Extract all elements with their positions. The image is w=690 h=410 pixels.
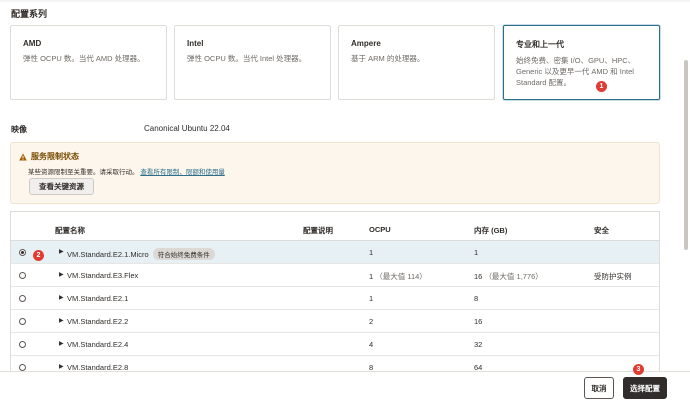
alert-body: 某些资源限制至关重要。请采取行动。 查看所有限制、限额和使用量 <box>28 166 651 176</box>
shape-series-cards: AMD 弹性 OCPU 数。当代 AMD 处理器。 Intel 弹性 OCPU … <box>10 25 660 100</box>
table-row[interactable]: ▶ VM.Standard.E2.8 8 64 <box>11 356 659 371</box>
row-radio[interactable] <box>19 295 26 302</box>
chevron-right-icon[interactable]: ▶ <box>59 340 64 347</box>
security-cell: 受防护实例 <box>594 272 632 281</box>
card-desc-line: Generic 以及更早一代 AMD 和 Intel <box>516 67 634 76</box>
shape-table: 配置名称 配置说明 OCPU 内存 (GB) 安全 2 ▶ VM.Standar… <box>10 211 660 371</box>
shape-name: VM.Standard.E2.8 <box>67 363 129 371</box>
table-row[interactable]: ▶ VM.Standard.E3.Flex 1 （最大值 114） 16 （最大… <box>11 264 659 287</box>
top-edge <box>0 0 690 2</box>
table-row[interactable]: ▶ VM.Standard.E2.4 4 32 <box>11 333 659 356</box>
image-row: 映像 Canonical Ubuntu 22.04 <box>11 124 611 136</box>
table-row[interactable]: ▶ VM.Standard.E2.1 1 8 <box>11 287 659 310</box>
table-row[interactable]: 2 ▶ VM.Standard.E2.1.Micro 符合始终免费条件 1 1 <box>11 241 659 264</box>
memory-cell: 8 <box>474 294 479 303</box>
ocpu-cell: 2 <box>369 317 374 326</box>
card-desc-line: 始终免费、密集 I/O、GPU、HPC、 <box>516 56 636 65</box>
memory-value: 16 <box>474 272 483 281</box>
alert-title: 服务限制状态 <box>31 152 79 161</box>
step-badge-1: 1 <box>596 81 607 92</box>
card-title: AMD <box>23 39 42 48</box>
view-all-limits-link[interactable]: 查看所有限制、限额和使用量 <box>140 169 225 176</box>
alert-header: 服务限制状态 <box>19 151 651 162</box>
always-free-tag: 符合始终免费条件 <box>152 248 215 260</box>
image-value: Canonical Ubuntu 22.04 <box>144 124 230 133</box>
card-specialty-previous-gen[interactable]: 专业和上一代 始终免费、密集 I/O、GPU、HPC、 Generic 以及更早… <box>503 25 660 100</box>
chevron-right-icon[interactable]: ▶ <box>59 363 64 370</box>
ocpu-cell: 1 <box>369 294 374 303</box>
chevron-right-icon[interactable]: ▶ <box>59 248 64 255</box>
service-limit-alert: 服务限制状态 某些资源限制至关重要。请采取行动。 查看所有限制、限额和使用量 查… <box>10 142 660 204</box>
shape-name: VM.Standard.E2.4 <box>67 340 129 349</box>
ocpu-value: 1 <box>369 272 374 281</box>
shape-name: VM.Standard.E3.Flex <box>67 271 139 280</box>
select-shape-button[interactable]: 选择配置 <box>623 377 667 399</box>
card-title: 专业和上一代 <box>516 40 564 49</box>
ocpu-cell: 1 （最大值 114） <box>369 271 427 282</box>
card-title: Intel <box>187 39 204 48</box>
memory-cell: 16 （最大值 1,776） <box>474 271 543 282</box>
shape-name: VM.Standard.E2.2 <box>67 317 129 326</box>
chevron-right-icon[interactable]: ▶ <box>59 294 64 301</box>
shape-name-cell: VM.Standard.E2.1.Micro 符合始终免费条件 <box>67 248 215 260</box>
cancel-button[interactable]: 取消 <box>584 377 614 399</box>
card-ampere[interactable]: Ampere 基于 ARM 的处理器。 <box>338 25 495 100</box>
shape-name: VM.Standard.E2.1.Micro <box>67 250 149 259</box>
memory-max: （最大值 1,776） <box>484 272 543 281</box>
ocpu-cell: 1 <box>369 248 374 257</box>
alert-message: 某些资源限制至关重要。请采取行动。 <box>28 169 139 176</box>
header-shape-desc[interactable]: 配置说明 <box>303 225 333 236</box>
shape-name: VM.Standard.E2.1 <box>67 294 129 303</box>
memory-cell: 16 <box>474 317 483 326</box>
table-header: 配置名称 配置说明 OCPU 内存 (GB) 安全 <box>11 212 659 241</box>
header-shape-name[interactable]: 配置名称 <box>55 225 85 236</box>
image-label: 映像 <box>11 125 27 134</box>
row-radio[interactable] <box>19 249 26 256</box>
vertical-scrollbar[interactable] <box>684 60 688 250</box>
card-desc: 弹性 OCPU 数。当代 Intel 处理器。 <box>187 54 307 63</box>
row-radio[interactable] <box>19 341 26 348</box>
memory-cell: 32 <box>474 340 483 349</box>
card-desc: 基于 ARM 的处理器。 <box>351 54 425 63</box>
row-radio[interactable] <box>19 272 26 279</box>
chevron-right-icon[interactable]: ▶ <box>59 317 64 324</box>
footer-bar: 取消 选择配置 <box>0 371 690 410</box>
card-intel[interactable]: Intel 弹性 OCPU 数。当代 Intel 处理器。 <box>174 25 331 100</box>
header-memory[interactable]: 内存 (GB) <box>474 225 507 236</box>
card-title: Ampere <box>351 39 381 48</box>
card-desc: 始终免费、密集 I/O、GPU、HPC、 Generic 以及更早一代 AMD … <box>516 55 647 88</box>
header-security[interactable]: 安全 <box>594 225 609 236</box>
warning-icon <box>19 152 27 160</box>
card-desc-line: Standard 配置。 <box>516 78 572 87</box>
chevron-right-icon[interactable]: ▶ <box>59 271 64 278</box>
memory-cell: 1 <box>474 248 479 257</box>
section-title: 配置系列 <box>11 9 48 19</box>
header-ocpu[interactable]: OCPU <box>369 225 391 234</box>
table-row[interactable]: ▶ VM.Standard.E2.2 2 16 <box>11 310 659 333</box>
shape-selection-panel: 配置系列 AMD 弹性 OCPU 数。当代 AMD 处理器。 Intel 弹性 … <box>0 0 690 410</box>
ocpu-cell: 8 <box>369 363 374 371</box>
step-badge-2: 2 <box>33 250 44 261</box>
row-radio[interactable] <box>19 364 26 371</box>
step-badge-3: 3 <box>633 364 644 375</box>
row-radio[interactable] <box>19 318 26 325</box>
card-desc: 弹性 OCPU 数。当代 AMD 处理器。 <box>23 54 145 63</box>
ocpu-cell: 4 <box>369 340 374 349</box>
memory-cell: 64 <box>474 363 483 371</box>
card-amd[interactable]: AMD 弹性 OCPU 数。当代 AMD 处理器。 <box>10 25 167 100</box>
view-critical-resources-button[interactable]: 查看关键资源 <box>29 178 94 195</box>
ocpu-max: （最大值 114） <box>375 272 427 281</box>
